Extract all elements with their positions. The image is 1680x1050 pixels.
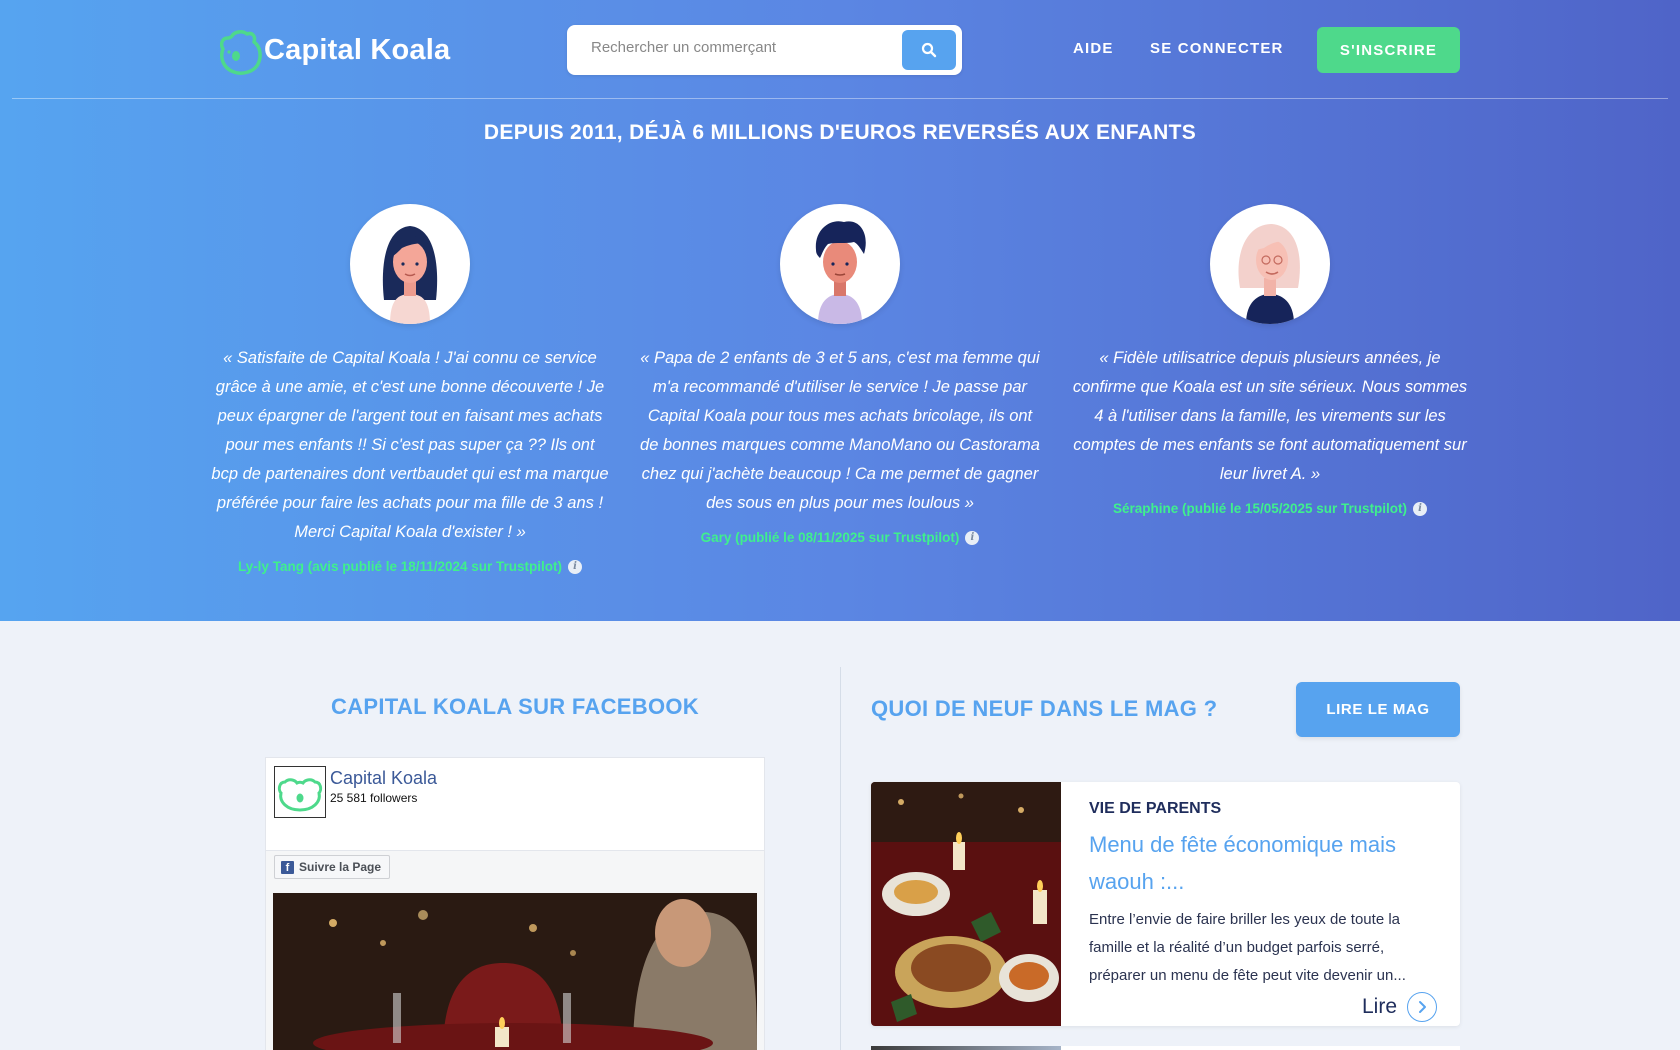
- article-excerpt: Entre l’envie de faire briller les yeux …: [1089, 911, 1406, 984]
- author-label: Gary (publié le 08/11/2025 sur Trustpilo…: [700, 530, 960, 545]
- testimonial-author: Ly-ly Tang (avis publié le 18/11/2024 su…: [210, 559, 610, 574]
- facebook-follow-button[interactable]: f Suivre la Page: [274, 855, 391, 879]
- testimonial-author: Séraphine (publié le 15/05/2025 sur Trus…: [1070, 501, 1470, 516]
- senior-woman-avatar-icon: [1238, 224, 1300, 324]
- article-category: VIE DE PARENTS: [1089, 800, 1222, 817]
- avatar: [350, 204, 470, 324]
- article-title[interactable]: Menu de fête économique mais waouh :...: [1089, 826, 1429, 900]
- article-read-link[interactable]: Lire: [1362, 992, 1438, 1022]
- mag-section-title: QUOI DE NEUF DANS LE MAG ?: [871, 696, 1218, 721]
- chevron-right-icon: [1407, 992, 1438, 1022]
- facebook-icon: f: [281, 860, 294, 874]
- testimonial-quote: « Satisfaite de Capital Koala ! J'ai con…: [211, 349, 609, 541]
- facebook-section-title: CAPITAL KOALA SUR FACEBOOK: [331, 694, 699, 719]
- koala-logo-icon: [220, 30, 262, 75]
- facebook-page-logo[interactable]: [274, 766, 326, 818]
- read-label: Lire: [1362, 995, 1398, 1018]
- testimonial-quote: « Papa de 2 enfants de 3 et 5 ans, c'est…: [640, 349, 1040, 512]
- search-button[interactable]: [902, 30, 956, 70]
- read-mag-button[interactable]: LIRE LE MAG: [1296, 682, 1460, 737]
- woman-avatar-icon: [382, 226, 438, 324]
- avatar: [1210, 204, 1330, 324]
- logo-text: Capital Koala: [264, 33, 451, 66]
- hero-section: Capital Koala AIDE SE CONNECTER S'INSCRI…: [0, 0, 1680, 621]
- facebook-page-name[interactable]: Capital Koala: [330, 768, 437, 789]
- search-input[interactable]: [591, 39, 891, 56]
- column-divider: [840, 667, 841, 1050]
- article-card[interactable]: VIE DE PARENTS Menu de fête économique m…: [871, 782, 1460, 1026]
- man-avatar-icon: [815, 221, 866, 324]
- nav-login-link[interactable]: SE CONNECTER: [1150, 40, 1284, 57]
- testimonial-author: Gary (publié le 08/11/2025 sur Trustpilo…: [640, 530, 1040, 545]
- testimonial-quote: « Fidèle utilisatrice depuis plusieurs a…: [1072, 349, 1468, 483]
- facebook-post-image[interactable]: [273, 893, 757, 1050]
- article-image[interactable]: [871, 1046, 1061, 1050]
- article-image[interactable]: [871, 782, 1061, 1026]
- author-label: Ly-ly Tang (avis publié le 18/11/2024 su…: [237, 559, 563, 574]
- facebook-widget: Capital Koala 25 581 followers f Suivre …: [265, 757, 765, 1050]
- facebook-followers: 25 581 followers: [330, 791, 418, 805]
- testimonial-card: « Satisfaite de Capital Koala ! J'ai con…: [210, 204, 610, 574]
- follow-label: Suivre la Page: [299, 860, 382, 874]
- article-card[interactable]: [871, 1046, 1460, 1050]
- info-icon[interactable]: i: [568, 559, 583, 574]
- header-divider: [12, 98, 1668, 99]
- signup-button[interactable]: S'INSCRIRE: [1317, 27, 1460, 73]
- koala-logo-icon: [277, 778, 323, 812]
- christmas-dinner-photo: [273, 893, 757, 1050]
- info-icon[interactable]: i: [1413, 501, 1428, 516]
- testimonial-card: « Fidèle utilisatrice depuis plusieurs a…: [1070, 204, 1470, 516]
- festive-table-photo: [871, 782, 1061, 1026]
- merchant-search: [567, 25, 962, 75]
- avatar: [780, 204, 900, 324]
- search-icon: [921, 42, 937, 58]
- testimonial-card: « Papa de 2 enfants de 3 et 5 ans, c'est…: [640, 204, 1040, 545]
- nav-help-link[interactable]: AIDE: [1073, 40, 1114, 57]
- hero-title: DEPUIS 2011, DÉJÀ 6 MILLIONS D'EUROS REV…: [483, 121, 1197, 144]
- author-label: Séraphine (publié le 15/05/2025 sur Trus…: [1112, 501, 1408, 516]
- logo[interactable]: Capital Koala: [220, 24, 450, 76]
- info-icon[interactable]: i: [965, 530, 980, 545]
